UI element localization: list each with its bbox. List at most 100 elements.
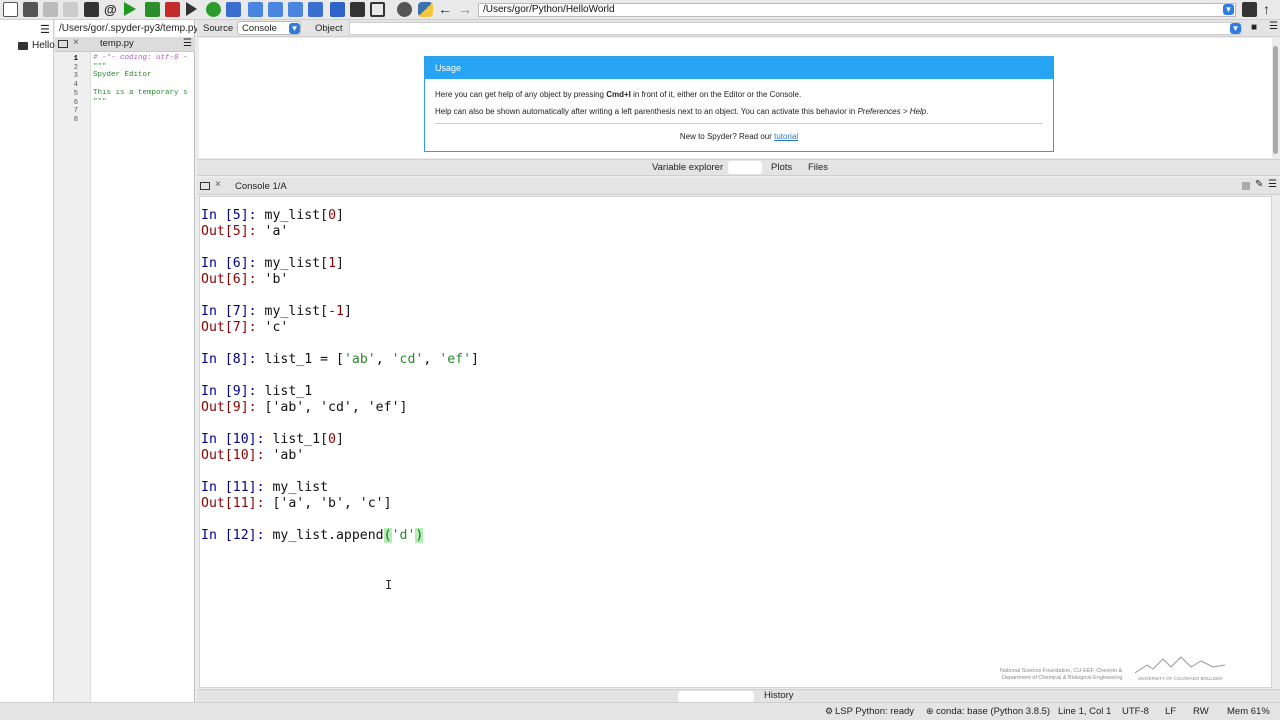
text-cursor-icon: I [385, 578, 393, 592]
code-line[interactable]: """ [93, 98, 193, 106]
browse-tabs-icon[interactable] [58, 40, 68, 48]
ipython-console[interactable] [199, 196, 1272, 688]
console-input-line: In [7]: my_list[-1] [201, 304, 352, 320]
edit-icon[interactable]: ✎ [1255, 179, 1263, 190]
input-code: my_list[-1] [264, 304, 352, 319]
usage-line-2: Help can also be shown automatically aft… [435, 107, 928, 116]
tab-ipython-console[interactable] [678, 691, 754, 702]
new-file-icon[interactable] [3, 2, 18, 17]
maximize-icon[interactable] [350, 2, 365, 17]
line-number: 4 [73, 81, 78, 90]
file-tree-item[interactable]: Hello [32, 40, 55, 51]
conda-icon: ⊕ [926, 706, 934, 716]
tab-console[interactable]: Console 1/A [235, 181, 287, 192]
browse-tabs-icon[interactable] [200, 182, 210, 190]
options-menu-icon[interactable]: ☰ [183, 38, 192, 49]
lock-icon[interactable]: ■ [1251, 22, 1257, 33]
save-all-icon[interactable] [63, 2, 78, 17]
in-prompt: In [12]: [201, 528, 273, 543]
wrench-icon[interactable] [397, 2, 412, 17]
folder-icon [18, 42, 28, 50]
tab-plots[interactable]: Plots [771, 162, 792, 173]
tab-files[interactable]: Files [808, 162, 828, 173]
options-menu-icon[interactable]: ☰ [1269, 21, 1278, 32]
out-prompt: Out[9]: [201, 400, 265, 415]
usage-box: Usage Here you can get help of any objec… [424, 56, 1054, 152]
status-bar: ⚙ LSP Python: ready ⊕ conda: base (Pytho… [0, 702, 1280, 720]
editor-path: /Users/gor/.spyder-py3/temp.py [59, 23, 199, 34]
input-code: my_list[1] [264, 256, 344, 271]
conda-status: conda: base (Python 3.8.5) [936, 706, 1051, 717]
in-prompt: In [8]: [201, 352, 265, 367]
run-cell-advance-icon[interactable] [165, 2, 180, 17]
parent-dir-icon[interactable]: ↑ [1263, 2, 1278, 17]
line-number-gutter [55, 52, 91, 702]
tab-temp-py[interactable]: temp.py [100, 38, 134, 49]
stop-kernel-icon[interactable] [1242, 182, 1250, 190]
run-cell-icon[interactable] [145, 2, 160, 17]
output-value: ['a', 'b', 'c'] [272, 496, 392, 511]
close-icon[interactable]: × [73, 37, 79, 48]
step-icon[interactable] [226, 2, 241, 17]
usage-line-3: New to Spyder? Read our tutorial [425, 132, 1053, 141]
debug-icon[interactable] [206, 2, 221, 17]
line-number: 5 [73, 89, 78, 98]
tab-help[interactable] [728, 161, 762, 174]
file-explorer-pane: ☰ Hello [0, 20, 55, 702]
usage-line-1: Here you can get help of any object by p… [435, 90, 801, 99]
output-value: 'a' [264, 224, 289, 239]
code-line[interactable]: """ [93, 63, 193, 71]
in-prompt: In [7]: [201, 304, 265, 319]
step-into-icon[interactable] [248, 2, 263, 17]
watermark: National Science Foundation, CU-EEF, Che… [990, 655, 1230, 685]
mountains-logo [1135, 656, 1225, 674]
input-code: list_1 = ['ab', 'cd', 'ef'] [264, 352, 479, 367]
stop-icon[interactable] [330, 2, 345, 17]
preferences-path: Preferences > Help [857, 107, 927, 116]
working-directory-input[interactable]: /Users/gor/Python/HelloWorld [478, 3, 1236, 17]
lsp-icon: ⚙ [825, 706, 834, 716]
console-input-line: In [6]: my_list[1] [201, 256, 344, 272]
continue-icon[interactable] [288, 2, 303, 17]
tab-variable-explorer[interactable]: Variable explorer [652, 162, 723, 173]
usage-text: . [926, 107, 929, 116]
save-icon[interactable] [43, 2, 58, 17]
chevron-down-icon[interactable]: ▼ [1230, 23, 1241, 34]
code-line[interactable]: # -*- coding: utf-8 - [93, 54, 193, 62]
forward-arrow-icon[interactable]: → [458, 2, 473, 17]
back-arrow-icon[interactable]: ← [438, 2, 453, 17]
code-line[interactable]: This is a temporary s [93, 89, 193, 97]
open-folder-icon[interactable] [1242, 2, 1257, 17]
code-line[interactable]: Spyder Editor [93, 71, 193, 79]
console-input-line: In [8]: list_1 = ['ab', 'cd', 'ef'] [201, 352, 479, 368]
close-icon[interactable]: × [215, 179, 221, 190]
lsp-status: LSP Python: ready [835, 706, 915, 717]
continue-icon[interactable] [308, 2, 323, 17]
help-scrollbar[interactable] [1273, 46, 1278, 154]
fullscreen-icon[interactable] [370, 2, 385, 17]
tutorial-link[interactable]: tutorial [774, 132, 798, 141]
object-input[interactable] [349, 22, 1242, 35]
editor-tab-bar: × temp.py ☰ [55, 37, 195, 52]
main-toolbar: @ ← → /Users/gor/Python/HelloWorld ▼ ↑ [0, 0, 1280, 20]
in-prompt: In [11]: [201, 480, 273, 495]
list-icon[interactable] [84, 2, 99, 17]
run-selection-icon[interactable] [186, 2, 197, 16]
menu-icon[interactable]: ☰ [40, 23, 50, 36]
memory-usage: Mem 61% [1227, 706, 1270, 717]
console-input-line: In [5]: my_list[0] [201, 208, 344, 224]
options-menu-icon[interactable]: ☰ [1268, 179, 1277, 190]
output-value: 'c' [264, 320, 289, 335]
line-number: 2 [73, 63, 78, 72]
run-icon[interactable] [124, 2, 136, 16]
console-input-line: In [9]: list_1 [201, 384, 312, 400]
tab-history[interactable]: History [764, 690, 794, 701]
source-select[interactable]: Console ▼ [237, 21, 301, 35]
line-endings: LF [1165, 706, 1177, 717]
chevron-down-icon[interactable]: ▼ [1223, 4, 1234, 15]
at-icon[interactable]: @ [104, 2, 119, 17]
help-toolbar: Source Console ▼ Object ▼ ■ ☰ [197, 20, 1280, 37]
step-return-icon[interactable] [268, 2, 283, 17]
python-path-icon[interactable] [418, 2, 433, 17]
open-file-icon[interactable] [23, 2, 38, 17]
